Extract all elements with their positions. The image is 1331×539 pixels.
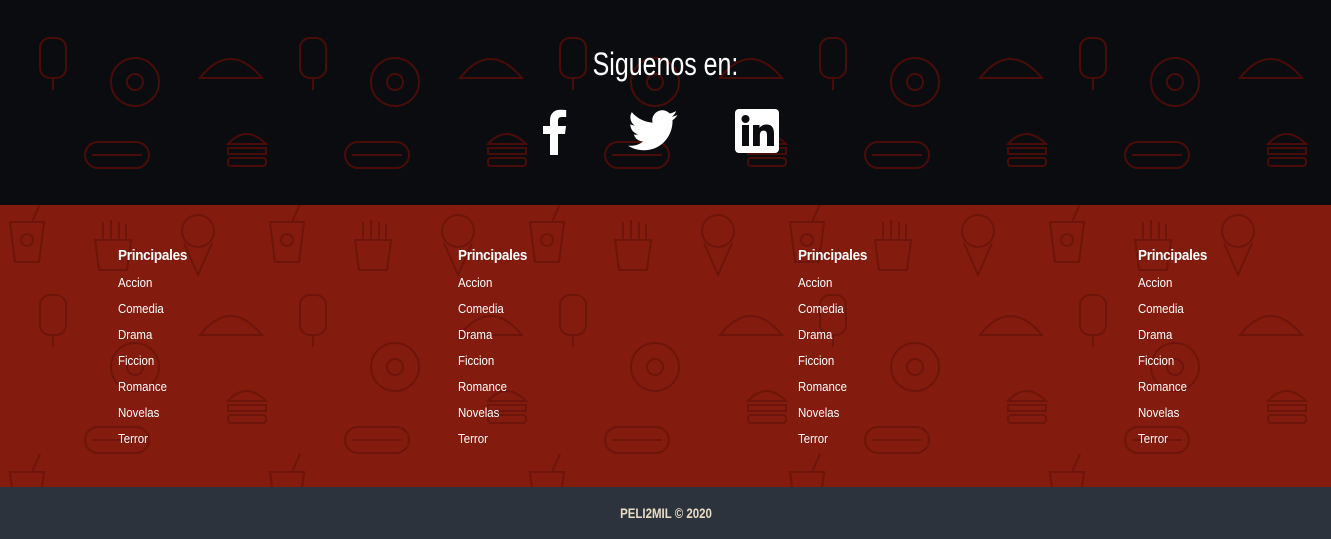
footer-link-ficcion[interactable]: Ficcion — [798, 353, 974, 379]
linkedin-icon[interactable] — [735, 109, 779, 158]
footer-links-section: Principales Accion Comedia Drama Ficcion… — [0, 205, 1331, 487]
footer-link-drama[interactable]: Drama — [798, 327, 974, 353]
footer-link-ficcion[interactable]: Ficcion — [1138, 353, 1314, 379]
copyright-text: PELI2MIL © 2020 — [619, 505, 712, 521]
footer-link-terror[interactable]: Terror — [118, 431, 294, 457]
footer-link-novelas[interactable]: Novelas — [118, 405, 294, 431]
footer-link-accion[interactable]: Accion — [118, 275, 294, 301]
footer-link-comedia[interactable]: Comedia — [118, 301, 294, 327]
footer-link-novelas[interactable]: Novelas — [798, 405, 974, 431]
social-title: Siguenos en: — [592, 46, 739, 82]
footer-link-novelas[interactable]: Novelas — [1138, 405, 1314, 431]
social-section: Siguenos en: — [0, 0, 1331, 205]
footer-link-novelas[interactable]: Novelas — [458, 405, 634, 431]
footer-link-accion[interactable]: Accion — [458, 275, 634, 301]
footer-link-comedia[interactable]: Comedia — [798, 301, 974, 327]
footer-link-accion[interactable]: Accion — [1138, 275, 1314, 301]
link-list: Accion Comedia Drama Ficcion Romance Nov… — [1138, 275, 1331, 457]
column-title: Principales — [458, 247, 528, 264]
footer-link-romance[interactable]: Romance — [458, 379, 634, 405]
link-list: Accion Comedia Drama Ficcion Romance Nov… — [118, 275, 318, 457]
link-list: Accion Comedia Drama Ficcion Romance Nov… — [458, 275, 658, 457]
footer-link-romance[interactable]: Romance — [118, 379, 294, 405]
footer-link-terror[interactable]: Terror — [798, 431, 974, 457]
footer-link-terror[interactable]: Terror — [458, 431, 634, 457]
footer-link-drama[interactable]: Drama — [1138, 327, 1314, 353]
footer-column-2: Principales Accion Comedia Drama Ficcion… — [458, 247, 658, 457]
column-title: Principales — [1138, 247, 1208, 264]
footer-link-drama[interactable]: Drama — [118, 327, 294, 353]
facebook-icon[interactable] — [540, 107, 568, 160]
footer-link-comedia[interactable]: Comedia — [458, 301, 634, 327]
footer-link-romance[interactable]: Romance — [798, 379, 974, 405]
footer-column-1: Principales Accion Comedia Drama Ficcion… — [118, 247, 318, 457]
column-title: Principales — [798, 247, 868, 264]
copyright-bar: PELI2MIL © 2020 — [0, 487, 1331, 539]
footer-column-3: Principales Accion Comedia Drama Ficcion… — [798, 247, 998, 457]
footer-link-terror[interactable]: Terror — [1138, 431, 1314, 457]
column-title: Principales — [118, 247, 188, 264]
footer-link-ficcion[interactable]: Ficcion — [458, 353, 634, 379]
footer-link-drama[interactable]: Drama — [458, 327, 634, 353]
footer-link-comedia[interactable]: Comedia — [1138, 301, 1314, 327]
link-list: Accion Comedia Drama Ficcion Romance Nov… — [798, 275, 998, 457]
twitter-icon[interactable] — [628, 110, 678, 157]
footer-link-ficcion[interactable]: Ficcion — [118, 353, 294, 379]
footer-link-accion[interactable]: Accion — [798, 275, 974, 301]
food-pattern-background — [39, 37, 1309, 169]
footer-link-romance[interactable]: Romance — [1138, 379, 1314, 405]
footer-column-4: Principales Accion Comedia Drama Ficcion… — [1138, 247, 1331, 457]
